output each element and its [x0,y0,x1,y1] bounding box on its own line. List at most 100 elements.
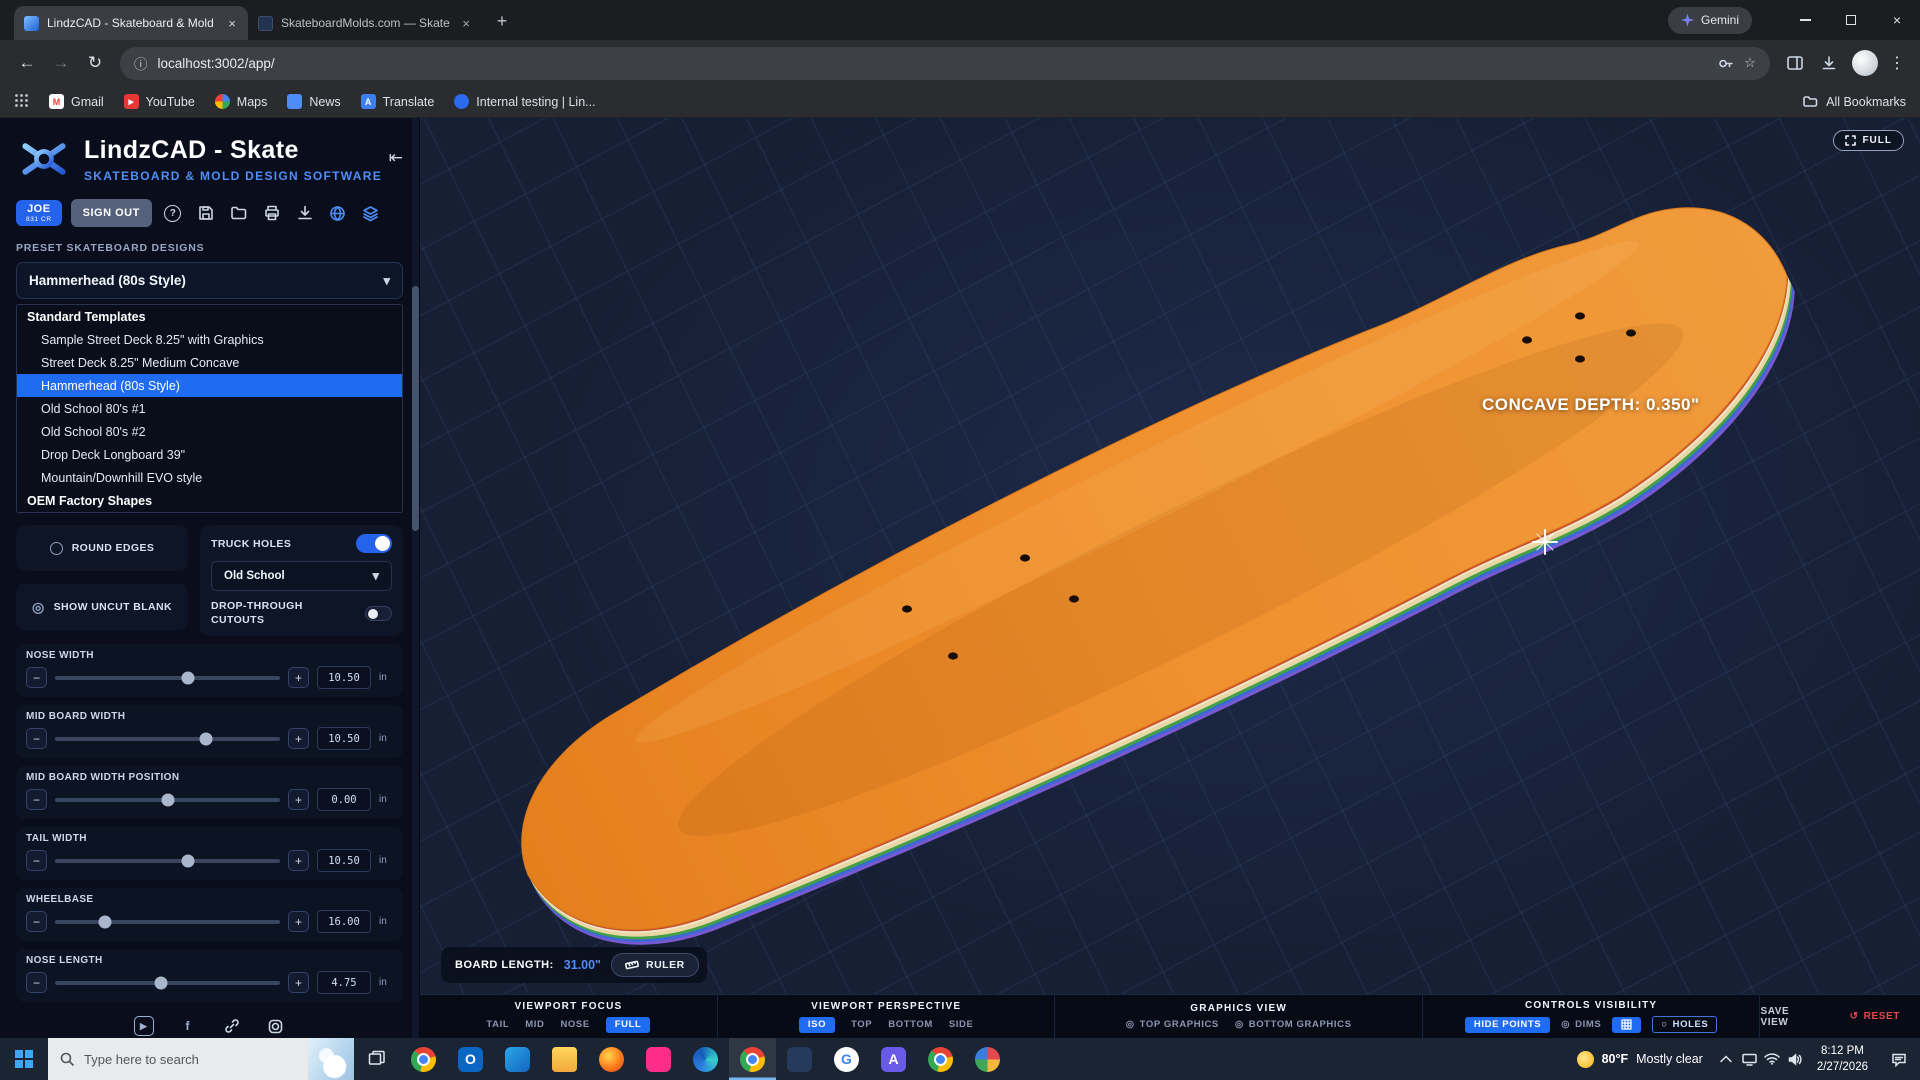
weather-widget[interactable]: 80°F Mostly clear [1565,1051,1715,1068]
youtube-link-icon[interactable]: ▶ [134,1016,154,1036]
tab-close-icon[interactable]: × [226,16,238,31]
taskbar-app-office[interactable] [494,1038,541,1080]
decrement-button[interactable]: − [26,911,47,932]
slider-knob[interactable] [161,793,174,806]
taskbar-app-google[interactable]: G [823,1038,870,1080]
site-info-icon[interactable]: ⓘ [134,53,148,73]
decrement-button[interactable]: − [26,789,47,810]
increment-button[interactable]: + [288,789,309,810]
share-link-icon[interactable] [222,1016,242,1036]
bookmark-translate[interactable]: ATranslate [361,94,435,109]
slider-track[interactable] [55,737,280,741]
slider-knob[interactable] [199,732,212,745]
globe-button[interactable] [326,201,350,225]
tab-skateboardmolds[interactable]: SkateboardMolds.com — Skate × [248,6,482,40]
task-view-button[interactable] [354,1038,400,1080]
slider-value[interactable]: 10.50 [317,849,371,872]
dropdown-item[interactable]: Mountain/Downhill EVO style [17,466,402,489]
dropdown-item-selected[interactable]: Hammerhead (80s Style) [17,374,402,397]
sidebar-collapse-icon[interactable]: ⇤ [389,148,403,168]
save-button[interactable] [194,201,218,225]
taskbar-app-chrome-2[interactable] [917,1038,964,1080]
focus-full-button[interactable]: FULL [606,1017,651,1033]
window-maximize-button[interactable] [1828,0,1874,40]
save-view-button[interactable]: SAVE VIEW [1760,1006,1819,1028]
bookmark-maps[interactable]: Maps [215,94,268,109]
browser-menu-icon[interactable]: ⋮ [1884,53,1910,73]
reset-view-button[interactable]: ↺RESET [1850,1011,1900,1022]
url-text[interactable]: localhost:3002/app/ [158,56,1707,71]
reload-button[interactable]: ↻ [78,46,112,80]
taskbar-app-a[interactable]: A [870,1038,917,1080]
all-bookmarks-button[interactable]: All Bookmarks [1803,95,1906,109]
focus-tail-button[interactable]: TAIL [486,1019,509,1030]
slider-value[interactable]: 16.00 [317,910,371,933]
taskbar-app-firefox[interactable] [588,1038,635,1080]
taskbar-app-pink[interactable] [635,1038,682,1080]
slider-knob[interactable] [154,976,167,989]
print-button[interactable] [260,201,284,225]
dropdown-item[interactable]: Old School 80's #2 [17,420,402,443]
help-button[interactable]: ? [161,201,185,225]
preset-select[interactable]: Hammerhead (80s Style) ▾ [16,262,403,299]
bookmark-gmail[interactable]: MGmail [49,94,104,109]
decrement-button[interactable]: − [26,972,47,993]
dropdown-item[interactable]: Sample Street Deck 8.25" with Graphics [17,328,402,351]
taskbar-app-chrome[interactable] [400,1038,447,1080]
slider-track[interactable] [55,859,280,863]
slider-knob[interactable] [181,854,194,867]
slider-value[interactable]: 0.00 [317,788,371,811]
facebook-link-icon[interactable]: f [178,1016,198,1036]
open-file-button[interactable] [227,201,251,225]
drop-through-toggle[interactable] [365,606,392,621]
bookmark-star-icon[interactable]: ☆ [1744,55,1756,71]
decrement-button[interactable]: − [26,728,47,749]
taskbar-app-paint[interactable] [964,1038,1011,1080]
taskbar-app-dark[interactable] [776,1038,823,1080]
window-close-button[interactable]: × [1874,0,1920,40]
sidebar-scrollbar-thumb[interactable] [412,286,419,531]
increment-button[interactable]: + [288,728,309,749]
increment-button[interactable]: + [288,972,309,993]
dropdown-item[interactable]: Drop Deck Longboard 39" [17,443,402,466]
action-center-button[interactable] [1878,1052,1920,1067]
hide-points-button[interactable]: HIDE POINTS [1465,1017,1550,1033]
truck-holes-style-select[interactable]: Old School ▾ [211,561,392,591]
slider-track[interactable] [55,920,280,924]
slider-track[interactable] [55,981,280,985]
bookmark-youtube[interactable]: ▶YouTube [124,94,195,109]
sign-out-button[interactable]: SIGN OUT [71,199,152,227]
tray-expand-icon[interactable] [1715,1055,1738,1063]
download-button[interactable] [293,201,317,225]
perspective-iso-button[interactable]: ISO [799,1017,835,1033]
taskbar-clock[interactable]: 8:12 PM 2/27/2026 [1807,1043,1878,1075]
window-minimize-button[interactable] [1782,0,1828,40]
search-highlight-image[interactable] [308,1038,354,1080]
perspective-bottom-button[interactable]: BOTTOM [888,1019,933,1030]
slider-track[interactable] [55,798,280,802]
layers-button[interactable] [359,201,383,225]
slider-track[interactable] [55,676,280,680]
slider-value[interactable]: 10.50 [317,666,371,689]
start-button[interactable] [0,1038,48,1080]
forward-button[interactable]: → [44,46,78,80]
viewport-3d[interactable]: FULL CONCAVE DEPTH: 0.350" BOARD LENGTH:… [420,118,1920,1038]
dropdown-item[interactable]: Old School 80's #1 [17,397,402,420]
focus-nose-button[interactable]: NOSE [560,1019,589,1030]
dims-button[interactable]: ◎DIMS [1561,1019,1601,1030]
gemini-button[interactable]: Gemini [1668,7,1752,34]
dropdown-item[interactable]: Street Deck 8.25" Medium Concave [17,351,402,374]
bookmark-news[interactable]: News [287,94,340,109]
ruler-button[interactable]: RULER [611,953,699,977]
show-uncut-blank-option[interactable]: ◎ SHOW UNCUT BLANK [16,584,188,630]
taskbar-app-outlook[interactable]: O [447,1038,494,1080]
sidebar-scrollbar-track[interactable] [412,118,419,1038]
increment-button[interactable]: + [288,667,309,688]
apps-grid-icon[interactable] [14,93,29,111]
focus-mid-button[interactable]: MID [525,1019,544,1030]
tab-lindzcad[interactable]: LindzCAD - Skateboard & Mold × [14,6,248,40]
slider-value[interactable]: 4.75 [317,971,371,994]
slider-value[interactable]: 10.50 [317,727,371,750]
perspective-side-button[interactable]: SIDE [949,1019,974,1030]
taskbar-app-edge[interactable] [682,1038,729,1080]
